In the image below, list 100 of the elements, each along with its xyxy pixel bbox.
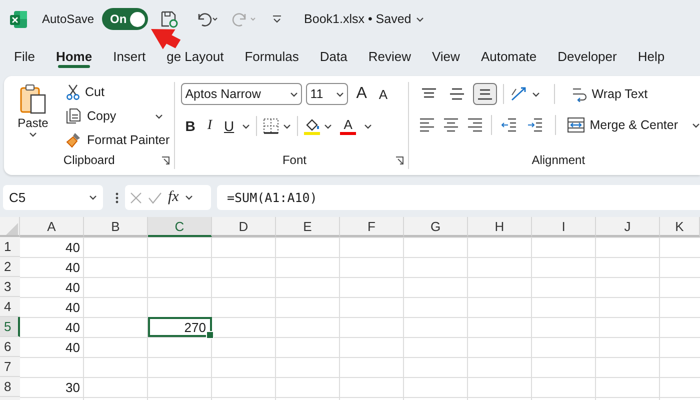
align-left-icon[interactable] xyxy=(418,116,435,134)
wrap-text-icon[interactable] xyxy=(570,86,587,102)
align-right-icon[interactable] xyxy=(466,116,483,134)
merge-cells-icon[interactable] xyxy=(566,117,585,133)
clipboard-icon[interactable] xyxy=(19,84,47,114)
chevron-icon[interactable] xyxy=(89,195,97,200)
dialog-launcher-icon[interactable] xyxy=(161,156,170,165)
more-options-icon[interactable] xyxy=(115,190,119,204)
ribbon-tab[interactable]: Home xyxy=(56,46,92,68)
align-bottom-icon xyxy=(476,88,493,100)
column-header[interactable]: B xyxy=(84,217,148,237)
column-header[interactable]: C xyxy=(148,217,212,237)
scissors-icon[interactable] xyxy=(66,84,80,100)
copy-icon[interactable] xyxy=(66,108,82,124)
chevron-icon[interactable] xyxy=(242,124,250,128)
chevron-icon[interactable] xyxy=(364,124,372,128)
table-cell[interactable]: 40 xyxy=(20,237,84,257)
ribbon-tab[interactable]: Help xyxy=(638,46,665,68)
ribbon-tab[interactable]: File xyxy=(14,46,35,68)
font-color-button[interactable]: A xyxy=(336,115,360,137)
arrow xyxy=(151,29,181,50)
ribbon-tab[interactable]: Developer xyxy=(558,46,617,68)
ribbon-tab[interactable]: View xyxy=(432,46,460,68)
table-cell[interactable]: 30 xyxy=(20,377,84,397)
fill-handle[interactable] xyxy=(206,331,214,339)
row-header[interactable]: 6 xyxy=(0,337,20,357)
bold-button[interactable]: B xyxy=(181,115,200,137)
text-orientation-icon[interactable] xyxy=(510,86,528,102)
row-header[interactable]: 7 xyxy=(0,357,20,377)
table-cell[interactable]: 40 xyxy=(20,337,84,357)
autosave-label: AutoSave xyxy=(42,12,94,26)
chevron-icon[interactable] xyxy=(283,124,292,128)
decrease-font-size-button[interactable]: A xyxy=(374,83,392,105)
italic-button[interactable]: I xyxy=(203,115,216,137)
decrease-indent-icon[interactable] xyxy=(500,116,517,134)
copy-button[interactable]: Copy xyxy=(64,106,172,126)
ribbon-tab[interactable]: Review xyxy=(368,46,411,68)
font-size-dropdown[interactable]: 11 xyxy=(306,83,348,105)
underline-button[interactable]: U xyxy=(220,115,238,137)
align-center-icon[interactable] xyxy=(442,116,459,134)
row-header[interactable]: 5 xyxy=(0,317,20,337)
column-header[interactable]: J xyxy=(596,217,660,237)
column-header[interactable]: D xyxy=(212,217,276,237)
table-cell[interactable]: 40 xyxy=(20,297,84,317)
cut-button[interactable]: Cut xyxy=(64,82,172,102)
row-header[interactable]: 1 xyxy=(0,237,20,257)
autosave-toggle[interactable]: On xyxy=(102,8,148,30)
chevron-icon[interactable] xyxy=(155,114,164,118)
chevron-icon[interactable] xyxy=(184,195,193,200)
merge-center-button[interactable]: Merge & Center xyxy=(564,117,680,133)
ribbon-tab[interactable]: Formulas xyxy=(244,46,299,68)
ribbon-tab[interactable]: ge Layout xyxy=(166,46,224,68)
dialog-launcher-icon[interactable] xyxy=(394,156,404,165)
name-box[interactable]: C5 xyxy=(3,185,103,210)
table-cell[interactable]: 40 xyxy=(20,257,84,277)
row-header[interactable]: 8 xyxy=(0,377,20,397)
formula-field[interactable]: =SUM(A1:A10) xyxy=(217,185,700,210)
customize-toolbar-icon[interactable] xyxy=(272,14,282,24)
document-title: Book1.xlsx • Saved xyxy=(304,12,412,26)
column-header[interactable]: G xyxy=(404,217,468,237)
column-header[interactable]: K xyxy=(660,217,700,237)
group-label: Alignment xyxy=(530,153,586,169)
chevron-icon[interactable] xyxy=(290,92,298,96)
table-cell[interactable]: 40 xyxy=(20,317,84,337)
insert-function-button[interactable]: fx xyxy=(168,189,179,206)
save-icon[interactable] xyxy=(160,10,178,28)
group-label: Clipboard xyxy=(62,153,116,169)
wrap-text-button[interactable]: Wrap Text xyxy=(568,86,650,102)
column-header[interactable]: F xyxy=(340,217,404,237)
chevron-icon[interactable] xyxy=(692,122,700,128)
paintbrush-icon[interactable] xyxy=(66,132,82,148)
chevron-icon[interactable] xyxy=(29,132,37,137)
align-middle-icon xyxy=(448,88,465,100)
group-label: Font xyxy=(281,153,308,169)
table-cell[interactable]: 270 xyxy=(148,317,212,337)
increase-font-size-button[interactable]: A xyxy=(352,83,371,105)
column-header[interactable]: A xyxy=(20,217,84,237)
chevron-icon[interactable] xyxy=(532,92,540,96)
spreadsheet-app-icon xyxy=(10,10,27,28)
increase-indent-icon[interactable] xyxy=(526,116,543,134)
chevron-icon[interactable] xyxy=(416,16,424,22)
align-top-icon xyxy=(420,88,437,100)
format-painter-button[interactable]: Format Painter xyxy=(64,130,172,150)
row-header[interactable]: 2 xyxy=(0,257,20,277)
fill-color-icon[interactable] xyxy=(304,117,320,135)
chevron-icon[interactable] xyxy=(324,124,332,128)
row-header[interactable]: 3 xyxy=(0,277,20,297)
chevron-icon[interactable] xyxy=(336,92,344,96)
column-header[interactable]: I xyxy=(532,217,596,237)
bottom-align-button[interactable] xyxy=(472,83,497,105)
paste-button[interactable]: Paste xyxy=(10,82,56,153)
ribbon-tab[interactable]: Automate xyxy=(480,46,537,68)
ribbon-tab[interactable]: Data xyxy=(320,46,348,68)
table-cell[interactable]: 40 xyxy=(20,277,84,297)
ribbon-tab[interactable]: Insert xyxy=(113,46,146,68)
font-name-dropdown[interactable]: Aptos Narrow xyxy=(181,83,302,105)
column-header[interactable]: H xyxy=(468,217,532,237)
column-header[interactable]: E xyxy=(276,217,340,237)
borders-icon[interactable] xyxy=(263,118,280,134)
row-header[interactable]: 4 xyxy=(0,297,20,317)
